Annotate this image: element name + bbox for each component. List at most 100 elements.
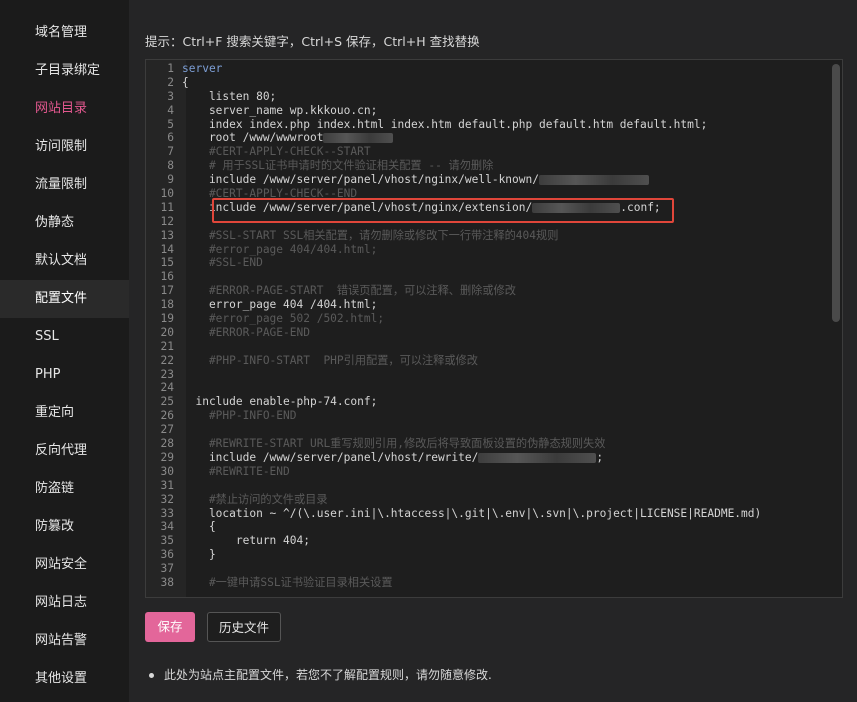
line-text: error_page 404 /404.html; xyxy=(182,298,378,312)
line-text: { xyxy=(182,75,189,89)
code-line: 23 xyxy=(146,368,830,382)
redacted-text xyxy=(478,452,597,463)
line-text: include enable-php-74.conf; xyxy=(182,395,378,409)
line-number: 38 xyxy=(160,575,174,589)
editor-scrollbar[interactable] xyxy=(832,64,840,322)
sidebar-item[interactable]: 网站安全 xyxy=(0,546,129,584)
code-line: 18 error_page 404 /404.html; xyxy=(146,298,830,312)
code-line: 9 include /www/server/panel/vhost/nginx/… xyxy=(146,173,830,187)
line-text: #error_page 404/404.html; xyxy=(182,242,378,256)
sidebar-item[interactable]: 网站告警 xyxy=(0,622,129,660)
line-text: #一键申请SSL证书验证目录相关设置 xyxy=(182,575,393,589)
line-number: 12 xyxy=(160,214,174,228)
line-number: 32 xyxy=(160,492,174,506)
line-number: 14 xyxy=(160,242,174,256)
line-number: 2 xyxy=(167,75,174,89)
line-number: 6 xyxy=(167,131,174,145)
code-line: 21 xyxy=(146,340,830,354)
code-line: 5 index index.php index.html index.htm d… xyxy=(146,118,830,132)
line-text: listen 80; xyxy=(182,89,277,103)
line-number: 21 xyxy=(160,339,174,353)
code-line: 32 #禁止访问的文件或目录 xyxy=(146,493,830,507)
sidebar-item[interactable]: 流量限制 xyxy=(0,166,129,204)
line-text: server_name wp.kkkouo.cn; xyxy=(182,103,378,117)
config-code-editor[interactable]: 1 server 2{3 listen 80; 4 server_name wp.kk… xyxy=(145,59,843,598)
line-number: 17 xyxy=(160,284,174,298)
code-line: 36 } xyxy=(146,548,830,562)
code-line: 20 #ERROR-PAGE-END xyxy=(146,326,830,340)
sidebar-top-strip xyxy=(0,0,129,14)
line-text: { xyxy=(182,520,216,534)
code-line: 34 { xyxy=(146,520,830,534)
sidebar-item[interactable]: 网站目录 xyxy=(0,90,129,128)
line-number: 28 xyxy=(160,437,174,451)
line-number: 13 xyxy=(160,228,174,242)
line-text: #error_page 502 /502.html; xyxy=(182,312,385,326)
code-line: 7 #CERT-APPLY-CHECK--START xyxy=(146,145,830,159)
bullet-icon xyxy=(149,673,154,678)
line-number: 20 xyxy=(160,325,174,339)
sidebar-item[interactable]: 域名管理 xyxy=(0,14,129,52)
sidebar: 域名管理 子目录绑定 网站目录 访问限制 流量限制 伪静态 默认文档 配置文件 SSL PHP 重定… xyxy=(0,0,129,702)
line-number: 35 xyxy=(160,534,174,548)
code-line: 38 #一键申请SSL证书验证目录相关设置 xyxy=(146,576,830,590)
line-number: 8 xyxy=(167,159,174,173)
sidebar-item[interactable]: 网站日志 xyxy=(0,584,129,622)
line-number: 24 xyxy=(160,381,174,395)
sidebar-item[interactable]: 其他设置 xyxy=(0,660,129,698)
line-number: 33 xyxy=(160,506,174,520)
line-number: 34 xyxy=(160,520,174,534)
code-line: 17 #ERROR-PAGE-START 错误页配置，可以注释、删除或修改 xyxy=(146,284,830,298)
line-text: index index.php index.html index.htm def… xyxy=(182,117,708,131)
code-line: 13 #SSL-START SSL相关配置，请勿删除或修改下一行带注释的404规… xyxy=(146,229,830,243)
history-files-button[interactable]: 历史文件 xyxy=(207,612,281,642)
line-suffix: ; xyxy=(596,450,604,464)
sidebar-item[interactable]: SSL xyxy=(0,318,129,356)
line-text: #ERROR-PAGE-START 错误页配置，可以注释、删除或修改 xyxy=(182,284,516,298)
code-line: 35 return 404; xyxy=(146,534,830,548)
line-text: #SSL-END xyxy=(182,256,263,270)
code-line: 19 #error_page 502 /502.html; xyxy=(146,312,830,326)
line-text: location ~ ^/(\.user.ini|\.htaccess|\.gi… xyxy=(182,506,762,520)
sidebar-item[interactable]: PHP xyxy=(0,356,129,394)
code-line: 33 location ~ ^/(\.user.ini|\.htaccess|\… xyxy=(146,507,830,521)
sidebar-item[interactable]: 防盗链 xyxy=(0,470,129,508)
highlight-box xyxy=(212,198,674,223)
sidebar-item[interactable]: 重定向 xyxy=(0,394,129,432)
line-number: 11 xyxy=(160,200,174,214)
line-text: # 用于SSL证书申请时的文件验证相关配置 -- 请勿删除 xyxy=(182,159,494,173)
line-number: 26 xyxy=(160,409,174,423)
line-number: 5 xyxy=(167,117,174,131)
sidebar-nav: 域名管理 子目录绑定 网站目录 访问限制 流量限制 伪静态 默认文档 配置文件 SSL PHP 重定… xyxy=(0,14,129,698)
sidebar-item[interactable]: 子目录绑定 xyxy=(0,52,129,90)
code-line: 29 include /www/server/panel/vhost/rewri… xyxy=(146,451,830,465)
code-line: 3 listen 80; xyxy=(146,90,830,104)
line-number: 22 xyxy=(160,353,174,367)
line-text: include /www/server/panel/vhost/nginx/we… xyxy=(182,173,539,187)
sidebar-item[interactable]: 配置文件 xyxy=(0,280,129,318)
code-line: 22 #PHP-INFO-START PHP引用配置，可以注释或修改 xyxy=(146,354,830,368)
redacted-text xyxy=(538,175,649,186)
line-text: #REWRITE-START URL重写规则引用,修改后将导致面板设置的伪静态规… xyxy=(182,437,606,451)
code-line: 24 xyxy=(146,381,830,395)
code-line: 25 include enable-php-74.conf; xyxy=(146,395,830,409)
line-number: 16 xyxy=(160,270,174,284)
sidebar-item[interactable]: 防篡改 xyxy=(0,508,129,546)
sidebar-item[interactable]: 反向代理 xyxy=(0,432,129,470)
line-text: #SSL-START SSL相关配置，请勿删除或修改下一行带注释的404规则 xyxy=(182,228,559,242)
save-button[interactable]: 保存 xyxy=(145,612,195,642)
sidebar-item[interactable]: 访问限制 xyxy=(0,128,129,166)
line-text: #禁止访问的文件或目录 xyxy=(182,492,328,506)
code-lines[interactable]: 1 server 2{3 listen 80; 4 server_name wp.kk… xyxy=(146,62,830,590)
line-number: 31 xyxy=(160,478,174,492)
sidebar-item[interactable]: 伪静态 xyxy=(0,204,129,242)
line-text: } xyxy=(182,548,216,562)
sidebar-item[interactable]: 默认文档 xyxy=(0,242,129,280)
line-text: return 404; xyxy=(182,534,310,548)
code-line: 15 #SSL-END xyxy=(146,256,830,270)
line-number: 3 xyxy=(167,89,174,103)
line-text: server xyxy=(182,62,223,75)
line-number: 7 xyxy=(167,145,174,159)
line-text: include /www/server/panel/vhost/rewrite/ xyxy=(182,450,479,464)
line-number: 36 xyxy=(160,548,174,562)
